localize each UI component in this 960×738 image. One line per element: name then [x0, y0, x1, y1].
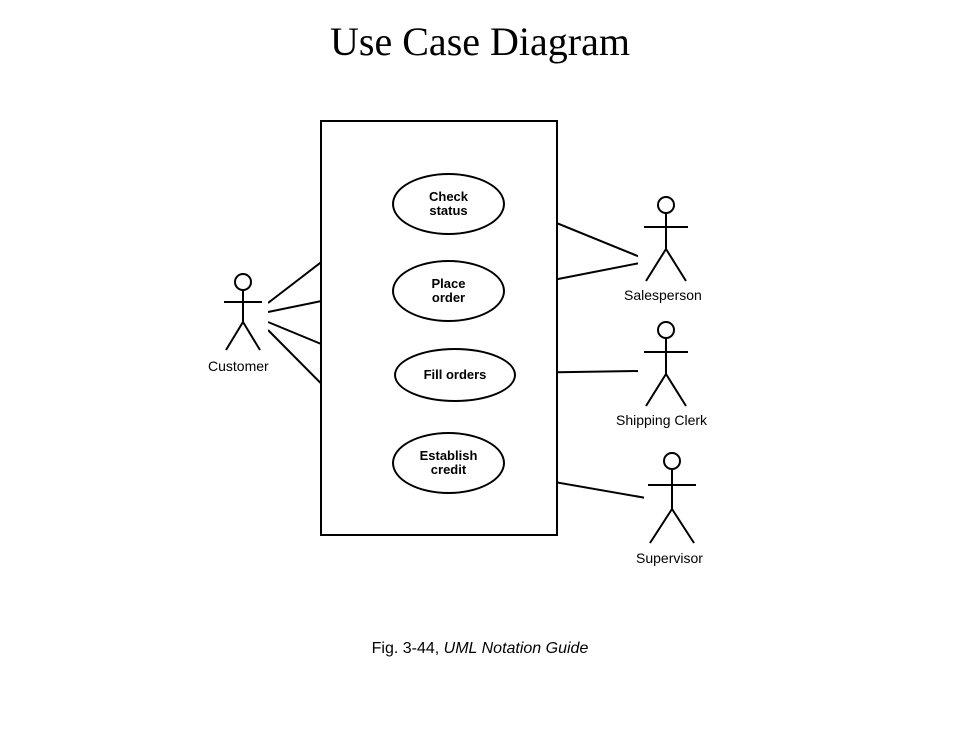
usecase-place-order: Placeorder	[392, 260, 505, 322]
usecase-check-status: Checkstatus	[392, 173, 505, 235]
actor-shipping-clerk	[638, 320, 694, 410]
stick-figure-icon	[638, 320, 694, 410]
stick-figure-icon	[218, 272, 268, 354]
usecase-establish-credit: Establishcredit	[392, 432, 505, 494]
usecase-label: Fill orders	[424, 368, 487, 382]
usecase-label: Placeorder	[432, 277, 466, 306]
stick-figure-icon	[644, 451, 700, 547]
usecase-label: Establishcredit	[420, 449, 478, 478]
usecase-fill-orders: Fill orders	[394, 348, 516, 402]
actor-customer	[218, 272, 268, 354]
actor-supervisor	[644, 451, 700, 547]
diagram-canvas: Telephone Catalog Checkstatus Placeorder…	[0, 0, 960, 720]
actor-salesperson	[638, 195, 694, 285]
stick-figure-icon	[638, 195, 694, 285]
usecase-label: Checkstatus	[429, 190, 468, 219]
